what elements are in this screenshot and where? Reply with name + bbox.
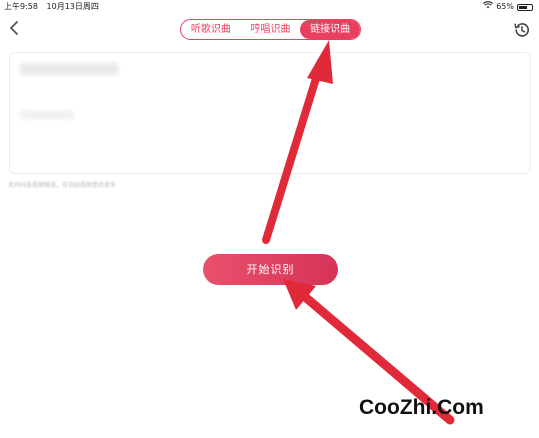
battery-percent: 65% xyxy=(496,0,514,14)
tab-hum[interactable]: 哼唱识曲 xyxy=(241,20,301,39)
history-button[interactable] xyxy=(513,21,531,39)
status-bar: 上午9:58 10月13日周四 65% xyxy=(0,0,539,14)
watermark-text: CooZhi.Com xyxy=(359,396,484,420)
input-placeholder-line-2 xyxy=(20,111,74,119)
battery-level xyxy=(519,6,527,9)
input-hint-text: 支持抖音视频链接，可识别视频里的音乐 xyxy=(8,180,116,189)
back-chevron-icon xyxy=(7,19,23,37)
tab-listen[interactable]: 听歌识曲 xyxy=(181,20,241,39)
link-input-area[interactable] xyxy=(9,52,531,174)
status-date: 10月13日周四 xyxy=(47,2,99,11)
recognition-mode-tabs: 听歌识曲 哼唱识曲 链接识曲 xyxy=(180,19,361,40)
status-time-date: 上午9:58 10月13日周四 xyxy=(4,0,99,14)
start-recognition-button[interactable]: 开始识别 xyxy=(203,254,338,285)
tab-link[interactable]: 链接识曲 xyxy=(300,20,360,39)
status-time: 上午9:58 xyxy=(4,2,38,11)
input-placeholder-line-1 xyxy=(20,63,118,75)
back-button[interactable] xyxy=(7,19,23,37)
history-clock-icon xyxy=(513,21,531,39)
battery-icon xyxy=(517,4,533,11)
wifi-icon xyxy=(483,0,493,14)
status-indicators: 65% xyxy=(483,0,533,14)
